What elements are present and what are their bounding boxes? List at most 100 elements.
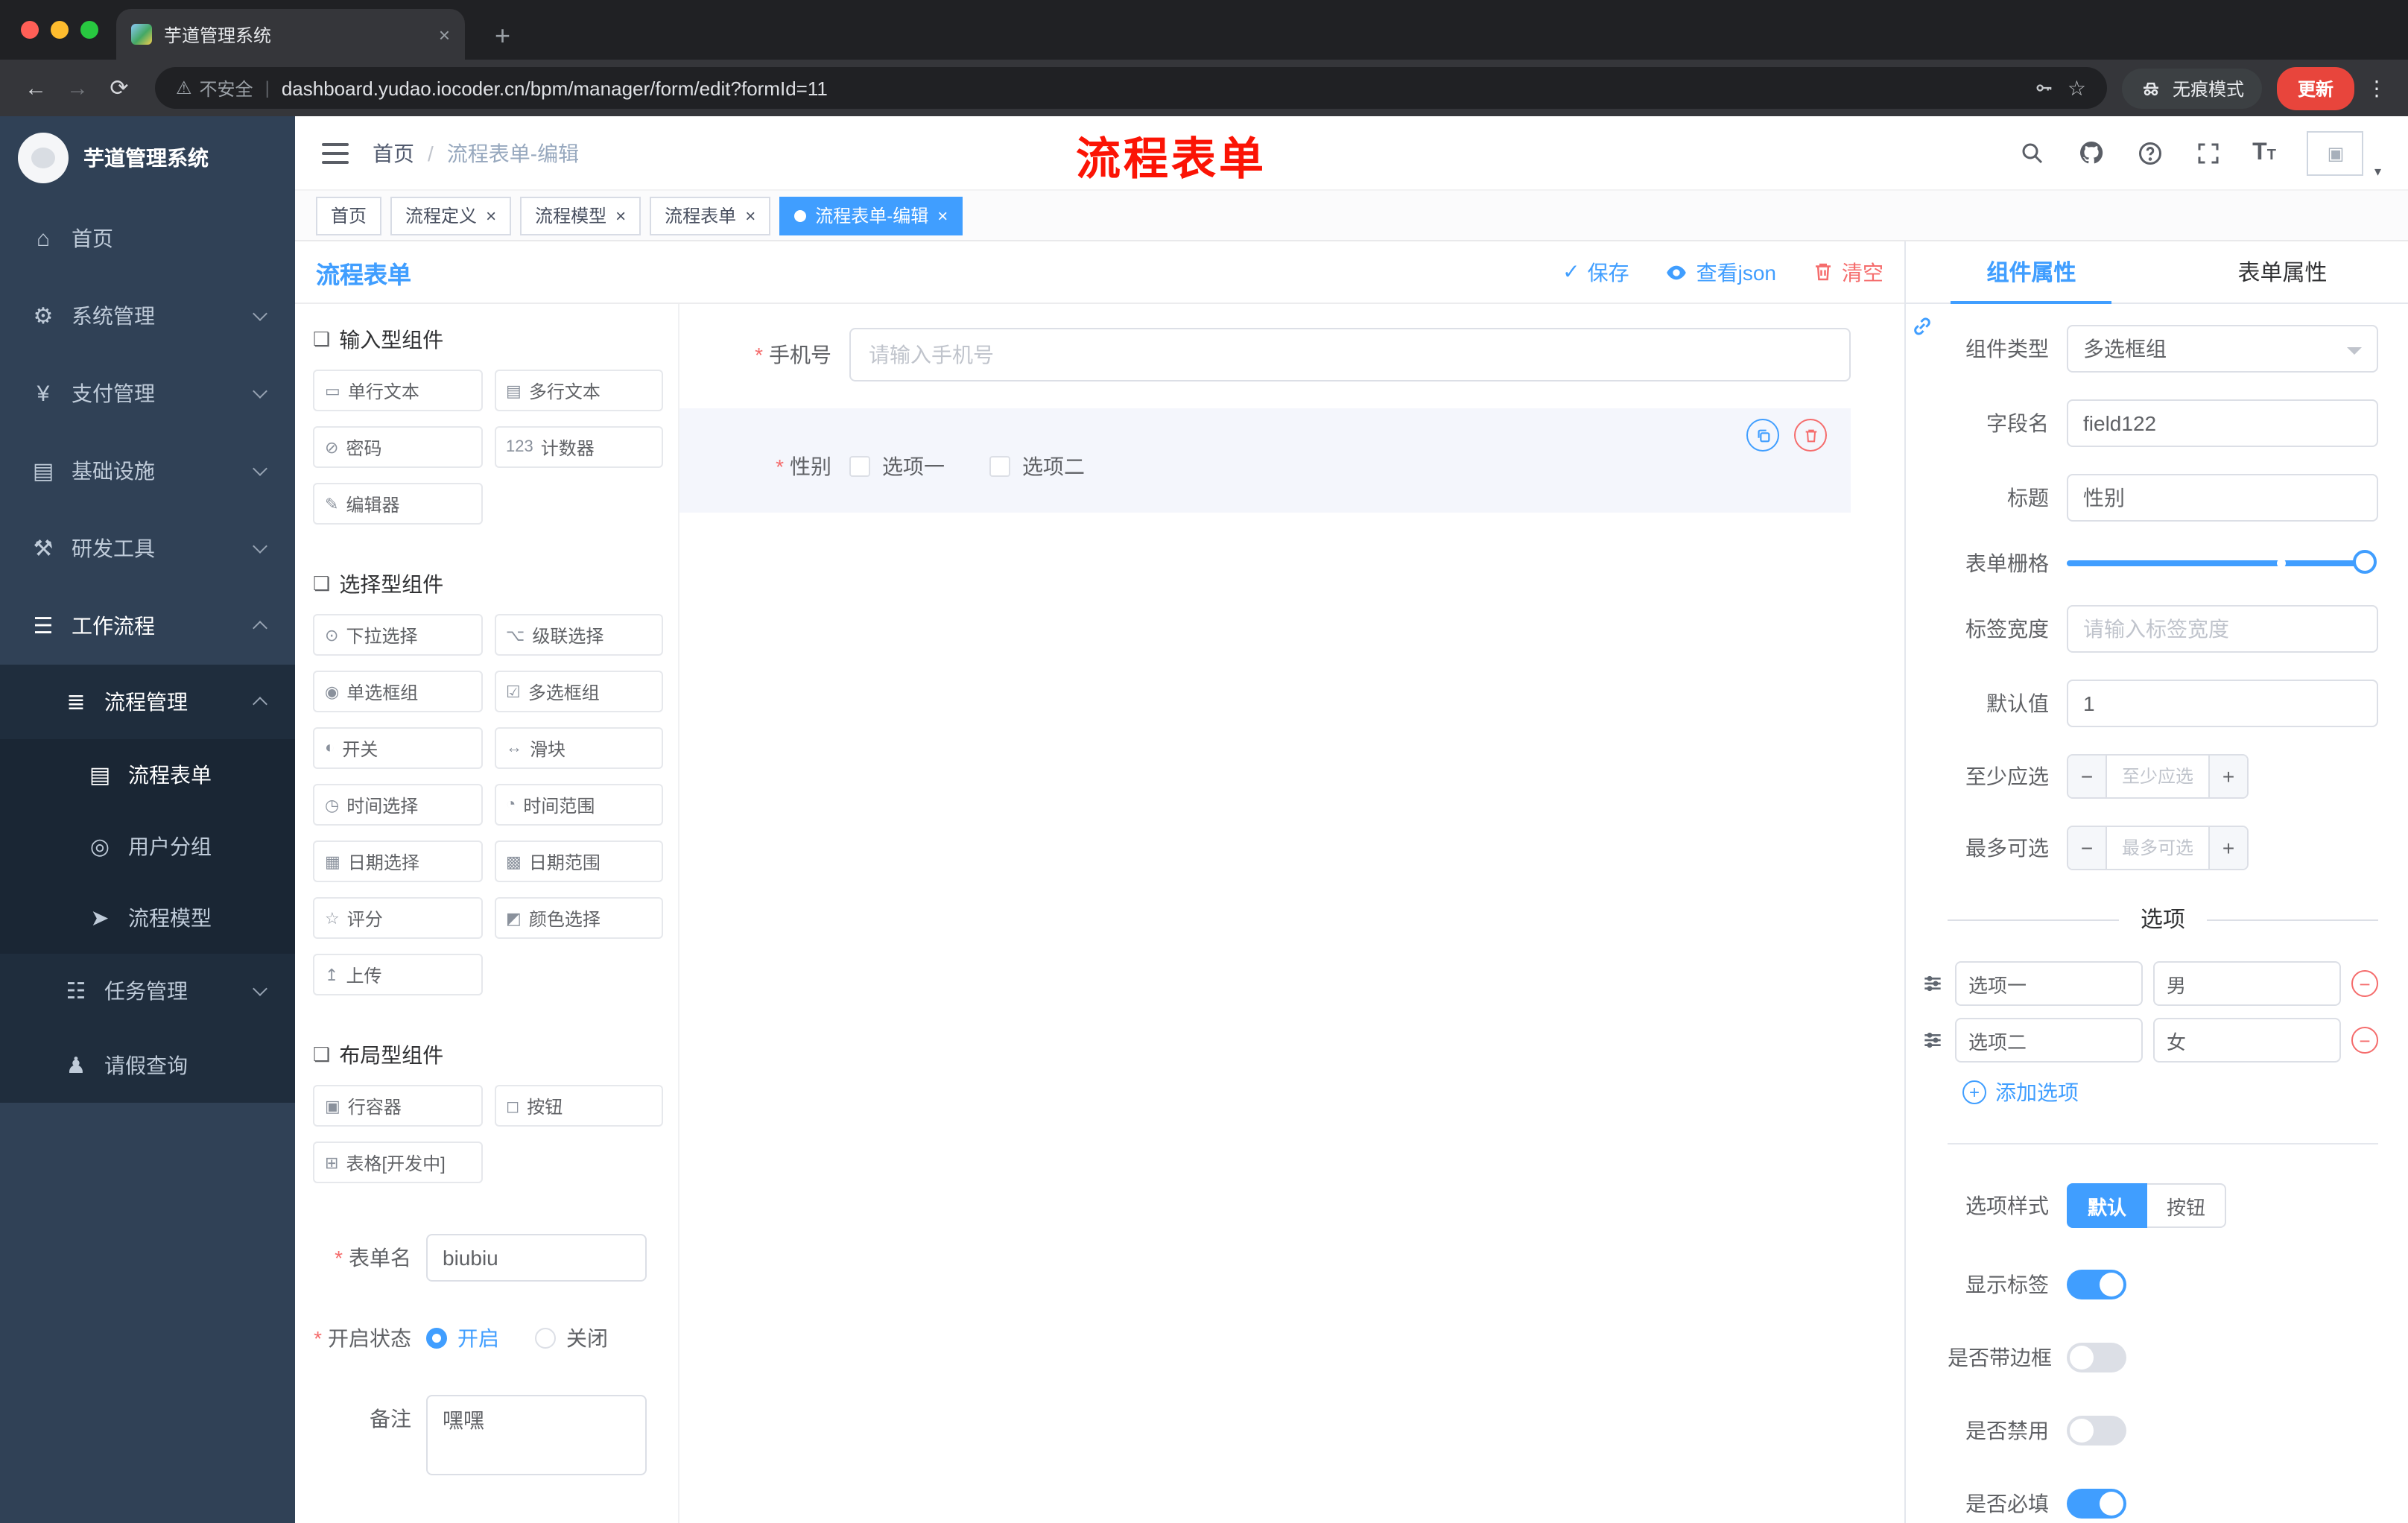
browser-tab[interactable]: 芋道管理系统 × [116,9,465,60]
forward-button[interactable]: → [57,75,98,101]
palette-item[interactable]: ▤ 多行文本 [494,370,663,411]
tab-form-props[interactable]: 表单属性 [2157,241,2408,303]
increment-button[interactable]: + [2208,827,2247,869]
security-status[interactable]: ⚠ 不安全 [176,75,253,101]
drag-handle-icon[interactable] [1921,972,1945,995]
component-type-select[interactable]: 多选框组 [2067,325,2378,373]
delete-field-button[interactable] [1794,419,1827,452]
search-icon[interactable] [2018,139,2045,166]
sidebar-item-devtools[interactable]: ⚒ 研发工具 [0,510,295,587]
phone-input[interactable] [849,328,1851,381]
checkbox[interactable] [989,456,1010,477]
option-name-input[interactable] [1955,1018,2143,1063]
github-icon[interactable] [2076,139,2105,167]
palette-item[interactable]: ◔ 时间范围 [494,784,663,826]
palette-item[interactable]: 123 计数器 [494,426,663,468]
toggle-switch[interactable] [2067,1343,2126,1372]
min-checked-input[interactable] [2107,756,2208,797]
avatar[interactable]: ▣ [2307,130,2364,175]
avatar-caret-icon[interactable]: ▾ [2374,164,2381,180]
sidebar-item-task-management[interactable]: ☷ 任务管理 [0,954,295,1028]
close-window-button[interactable] [21,21,39,39]
hamburger-icon[interactable] [322,142,349,163]
palette-item[interactable]: ☆ 评分 [313,897,482,939]
link-icon[interactable] [1909,313,1936,347]
tab-component-props[interactable]: 组件属性 [1906,241,2157,304]
tag-item[interactable]: 流程模型 × [520,196,641,235]
tab-close-icon[interactable]: × [439,23,450,45]
checkbox[interactable] [849,456,870,477]
palette-item[interactable]: ⊘ 密码 [313,426,482,468]
tag-close-icon[interactable]: × [486,205,496,226]
sidebar-item-leave-query[interactable]: ♟ 请假查询 [0,1028,295,1103]
minimize-window-button[interactable] [51,21,69,39]
sidebar-item-home[interactable]: ⌂ 首页 [0,200,295,277]
checkbox-option[interactable]: 选项二 [989,452,1085,481]
sidebar-item-workflow[interactable]: ☰ 工作流程 [0,587,295,665]
back-button[interactable]: ← [15,75,57,101]
radio-off[interactable]: 关闭 [535,1323,608,1353]
palette-item[interactable]: ◻ 按钮 [494,1085,663,1127]
style-default-button[interactable]: 默认 [2067,1183,2148,1228]
option-value-input[interactable] [2153,1018,2341,1063]
zoom-window-button[interactable] [80,21,98,39]
increment-button[interactable]: + [2208,756,2247,797]
palette-item[interactable]: ☑ 多选框组 [494,671,663,712]
toggle-switch[interactable] [2067,1270,2126,1299]
new-tab-button[interactable]: + [495,22,510,49]
font-size-icon[interactable]: T T [2252,140,2276,165]
palette-item[interactable]: ◩ 颜色选择 [494,897,663,939]
form-name-input[interactable] [426,1234,647,1282]
copy-field-button[interactable] [1746,419,1779,452]
tag-item[interactable]: 流程表单 × [650,196,771,235]
toggle-switch[interactable] [2067,1416,2126,1446]
field-name-input[interactable] [2067,399,2378,447]
palette-item[interactable]: ↔ 滑块 [494,727,663,769]
remove-option-button[interactable]: − [2351,1027,2378,1054]
checkbox-option[interactable]: 选项一 [849,452,945,481]
view-json-button[interactable]: 查看json [1665,257,1776,287]
slider-knob[interactable] [2353,550,2377,574]
palette-item[interactable]: ◉ 单选框组 [313,671,482,712]
palette-item[interactable]: ◷ 时间选择 [313,784,482,826]
sidebar-item-process-model[interactable]: ➤ 流程模型 [0,882,295,954]
browser-menu-icon[interactable]: ⋮ [2366,75,2387,101]
sidebar-item-system[interactable]: ⚙ 系统管理 [0,277,295,355]
sidebar-item-infrastructure[interactable]: ▤ 基础设施 [0,432,295,510]
palette-item[interactable]: ▩ 日期范围 [494,840,663,882]
update-button[interactable]: 更新 [2276,66,2354,110]
style-button-button[interactable]: 按钮 [2147,1183,2227,1228]
fullscreen-icon[interactable] [2194,139,2221,166]
sidebar-item-process-management[interactable]: ≣ 流程管理 [0,665,295,739]
default-value-input[interactable] [2067,680,2378,727]
tag-item[interactable]: 首页 × [316,196,382,235]
radio-on[interactable]: 开启 [426,1323,499,1353]
reload-button[interactable]: ⟳ [98,75,140,101]
palette-item[interactable]: ✎ 编辑器 [313,483,482,525]
palette-item[interactable]: ⊞ 表格[开发中] [313,1142,482,1183]
clear-button[interactable]: 清空 [1812,257,1883,287]
sidebar-item-process-form[interactable]: ▤ 流程表单 [0,739,295,811]
decrement-button[interactable]: − [2068,756,2107,797]
save-button[interactable]: ✓ 保存 [1562,257,1629,287]
key-icon[interactable] [2035,77,2056,98]
drag-handle-icon[interactable] [1921,1028,1945,1052]
toggle-switch[interactable] [2067,1489,2126,1519]
label-width-input[interactable] [2067,605,2378,653]
palette-item[interactable]: ⊙ 下拉选择 [313,614,482,656]
palette-item[interactable]: ▭ 单行文本 [313,370,482,411]
tag-close-icon[interactable]: × [937,205,948,226]
decrement-button[interactable]: − [2068,827,2107,869]
tag-item[interactable]: 流程表单-编辑 × [779,196,963,235]
option-value-input[interactable] [2153,961,2341,1006]
palette-item[interactable]: ⌥ 级联选择 [494,614,663,656]
tag-close-icon[interactable]: × [615,205,626,226]
help-icon[interactable] [2136,139,2163,166]
sidebar-item-user-group[interactable]: ◎ 用户分组 [0,811,295,882]
bookmark-star-icon[interactable]: ☆ [2068,75,2086,101]
add-option-button[interactable]: + 添加选项 [1962,1077,2378,1107]
remove-option-button[interactable]: − [2351,970,2378,997]
address-bar[interactable]: ⚠ 不安全 | dashboard.yudao.iocoder.cn/bpm/m… [155,67,2107,109]
form-remark-textarea[interactable]: 嘿嘿 [426,1395,647,1475]
grid-slider[interactable] [2067,550,2377,574]
